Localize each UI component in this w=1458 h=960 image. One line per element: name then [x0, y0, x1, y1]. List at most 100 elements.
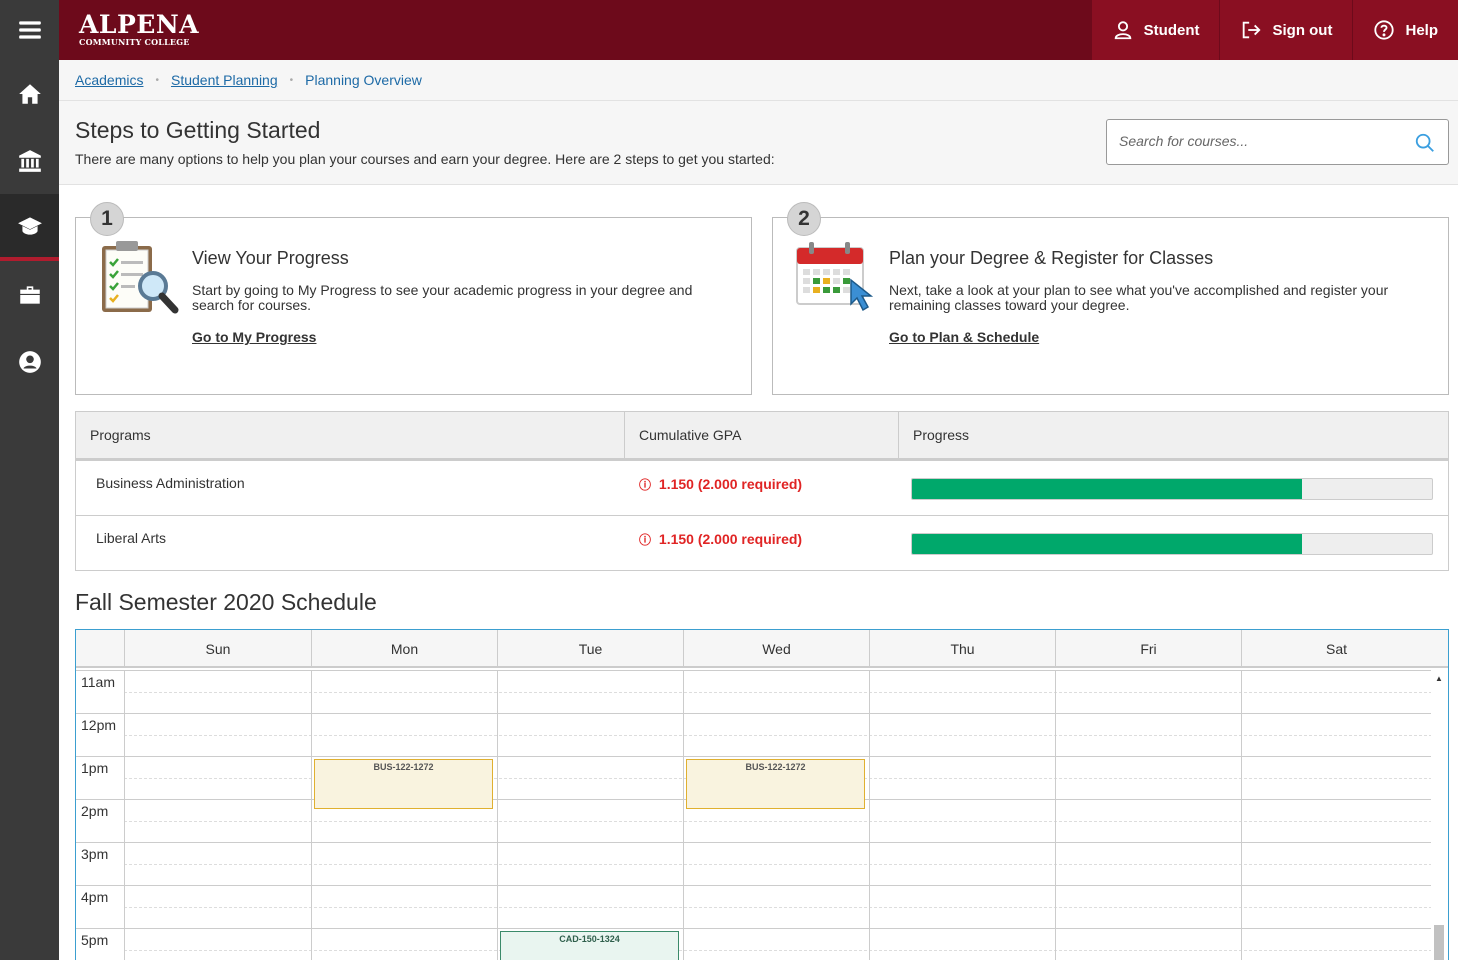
logo-main-text: ALPENA	[79, 10, 200, 39]
graduation-cap-icon	[17, 216, 42, 235]
half-hour-line	[124, 864, 1432, 865]
gpa-value: ⓘ 1.150 (2.000 required)	[625, 516, 899, 571]
day-header-mon: Mon	[311, 630, 497, 668]
help-icon	[1374, 20, 1395, 40]
scrollbar-thumb[interactable]	[1434, 925, 1444, 960]
day-header-fri: Fri	[1055, 630, 1241, 668]
student-label: Student	[1143, 21, 1200, 39]
warning-icon: ⓘ	[639, 533, 652, 547]
breadcrumb-academics[interactable]: Academics	[75, 72, 143, 88]
logo-sub-text: COMMUNITY COLLEGE	[79, 37, 190, 47]
go-to-plan-schedule-link[interactable]: Go to Plan & Schedule	[889, 329, 1039, 345]
progress-column-header: Progress	[913, 427, 970, 443]
nav-user-profile[interactable]	[0, 328, 59, 395]
calendar-grid: 11am 12pm 1pm 2pm 3pm 4pm 5pm BUS-122-1272 BUS-1…	[76, 670, 1432, 960]
scroll-up-icon[interactable]: ▲	[1435, 674, 1443, 683]
day-column-divider	[869, 670, 870, 960]
course-event-cad-150-1324[interactable]: CAD-150-1324	[500, 931, 679, 960]
progress-bar-fill	[912, 479, 1302, 499]
progress-cell	[899, 461, 1448, 515]
schedule-title: Fall Semester 2020 Schedule	[75, 589, 377, 615]
hour-row[interactable]: 4pm	[76, 885, 1432, 928]
breadcrumb: Academics • Student Planning • Planning …	[59, 60, 1458, 101]
course-event-bus-122-1272[interactable]: BUS-122-1272	[314, 759, 493, 809]
programs-table-header: Programs Cumulative GPA Progress	[76, 412, 1448, 461]
nav-academics[interactable]	[0, 194, 59, 261]
hour-row[interactable]: 12pm	[76, 713, 1432, 756]
day-column-divider	[1241, 670, 1242, 960]
day-header-thu: Thu	[869, 630, 1055, 668]
step-description: Next, take a look at your plan to see wh…	[889, 282, 1389, 313]
go-to-my-progress-link[interactable]: Go to My Progress	[192, 329, 316, 345]
program-name: Liberal Arts	[96, 530, 167, 546]
day-column-divider	[124, 670, 125, 960]
programs-table: Programs Cumulative GPA Progress Busines…	[75, 411, 1449, 571]
college-logo[interactable]: ALPENA COMMUNITY COLLEGE	[79, 10, 200, 47]
sign-out-icon	[1243, 21, 1262, 39]
hour-label: 11am	[81, 674, 115, 690]
bank-icon	[18, 149, 41, 172]
warning-icon: ⓘ	[639, 478, 652, 492]
hour-label: 1pm	[81, 760, 109, 776]
home-icon	[18, 83, 41, 104]
nav-finance[interactable]	[0, 127, 59, 194]
half-hour-line	[124, 821, 1432, 822]
sign-out-button[interactable]: Sign out	[1219, 0, 1353, 60]
calendar-scrollbar[interactable]: ▲	[1431, 670, 1448, 960]
search-input[interactable]	[1119, 133, 1399, 149]
day-header-sat: Sat	[1241, 630, 1431, 668]
user-circle-icon	[18, 350, 41, 373]
day-header-tue: Tue	[497, 630, 683, 668]
calendar-click-icon	[796, 242, 874, 312]
step-description: Start by going to My Progress to see you…	[192, 282, 693, 313]
day-header-wed: Wed	[683, 630, 869, 668]
briefcase-icon	[19, 285, 40, 304]
header-actions: Student Sign out Help	[1090, 0, 1458, 60]
half-hour-line	[124, 950, 1432, 951]
gpa-column-header: Cumulative GPA	[625, 412, 899, 458]
progress-bar	[911, 478, 1433, 500]
table-row[interactable]: Liberal Arts ⓘ 1.150 (2.000 required)	[76, 516, 1448, 571]
left-navigation	[0, 0, 59, 960]
menu-icon	[18, 21, 41, 39]
breadcrumb-separator: •	[289, 74, 294, 86]
hour-row[interactable]: 5pm	[76, 928, 1432, 960]
calendar-day-header: Sun Mon Tue Wed Thu Fri Sat	[76, 630, 1448, 668]
step-number-badge: 2	[787, 202, 821, 236]
step-title: View Your Progress	[192, 248, 349, 268]
progress-bar	[911, 533, 1433, 555]
sign-out-label: Sign out	[1272, 21, 1333, 39]
step-number-badge: 1	[90, 202, 124, 236]
day-column-divider	[311, 670, 312, 960]
search-icon[interactable]	[1414, 132, 1436, 154]
step-title: Plan your Degree & Register for Classes	[889, 248, 1214, 268]
hour-row[interactable]: 11am	[76, 670, 1432, 713]
hour-label: 3pm	[81, 846, 109, 862]
course-event-bus-122-1272[interactable]: BUS-122-1272	[686, 759, 865, 809]
gpa-text: 1.150 (2.000 required)	[658, 531, 803, 547]
breadcrumb-student-planning[interactable]: Student Planning	[171, 72, 278, 88]
schedule-calendar: Sun Mon Tue Wed Thu Fri Sat 11am 12pm 1pm 2pm 3pm 4…	[75, 629, 1449, 960]
hour-row[interactable]: 3pm	[76, 842, 1432, 885]
day-column-divider	[683, 670, 684, 960]
intro-section: Steps to Getting Started There are many …	[59, 101, 1458, 185]
help-button[interactable]: Help	[1352, 0, 1458, 60]
page-subtitle: There are many options to help you plan …	[75, 151, 775, 167]
student-button[interactable]: Student	[1090, 0, 1220, 60]
hour-label: 4pm	[81, 889, 109, 905]
day-column-divider	[1055, 670, 1056, 960]
hour-label: 12pm	[81, 717, 117, 733]
course-search	[1106, 119, 1449, 165]
breadcrumb-planning-overview: Planning Overview	[305, 72, 422, 88]
table-row[interactable]: Business Administration ⓘ 1.150 (2.000 r…	[76, 461, 1448, 516]
programs-column-header: Programs	[76, 412, 625, 458]
hour-label: 2pm	[81, 803, 109, 819]
nav-employment[interactable]	[0, 261, 59, 328]
step-card-2: 2 Plan your Degree & Register for Classe…	[772, 202, 1449, 395]
progress-cell	[899, 516, 1448, 571]
gpa-value: ⓘ 1.150 (2.000 required)	[625, 461, 899, 515]
progress-bar-fill	[912, 534, 1302, 554]
menu-button[interactable]	[0, 0, 59, 60]
nav-home[interactable]	[0, 60, 59, 127]
half-hour-line	[124, 692, 1432, 693]
